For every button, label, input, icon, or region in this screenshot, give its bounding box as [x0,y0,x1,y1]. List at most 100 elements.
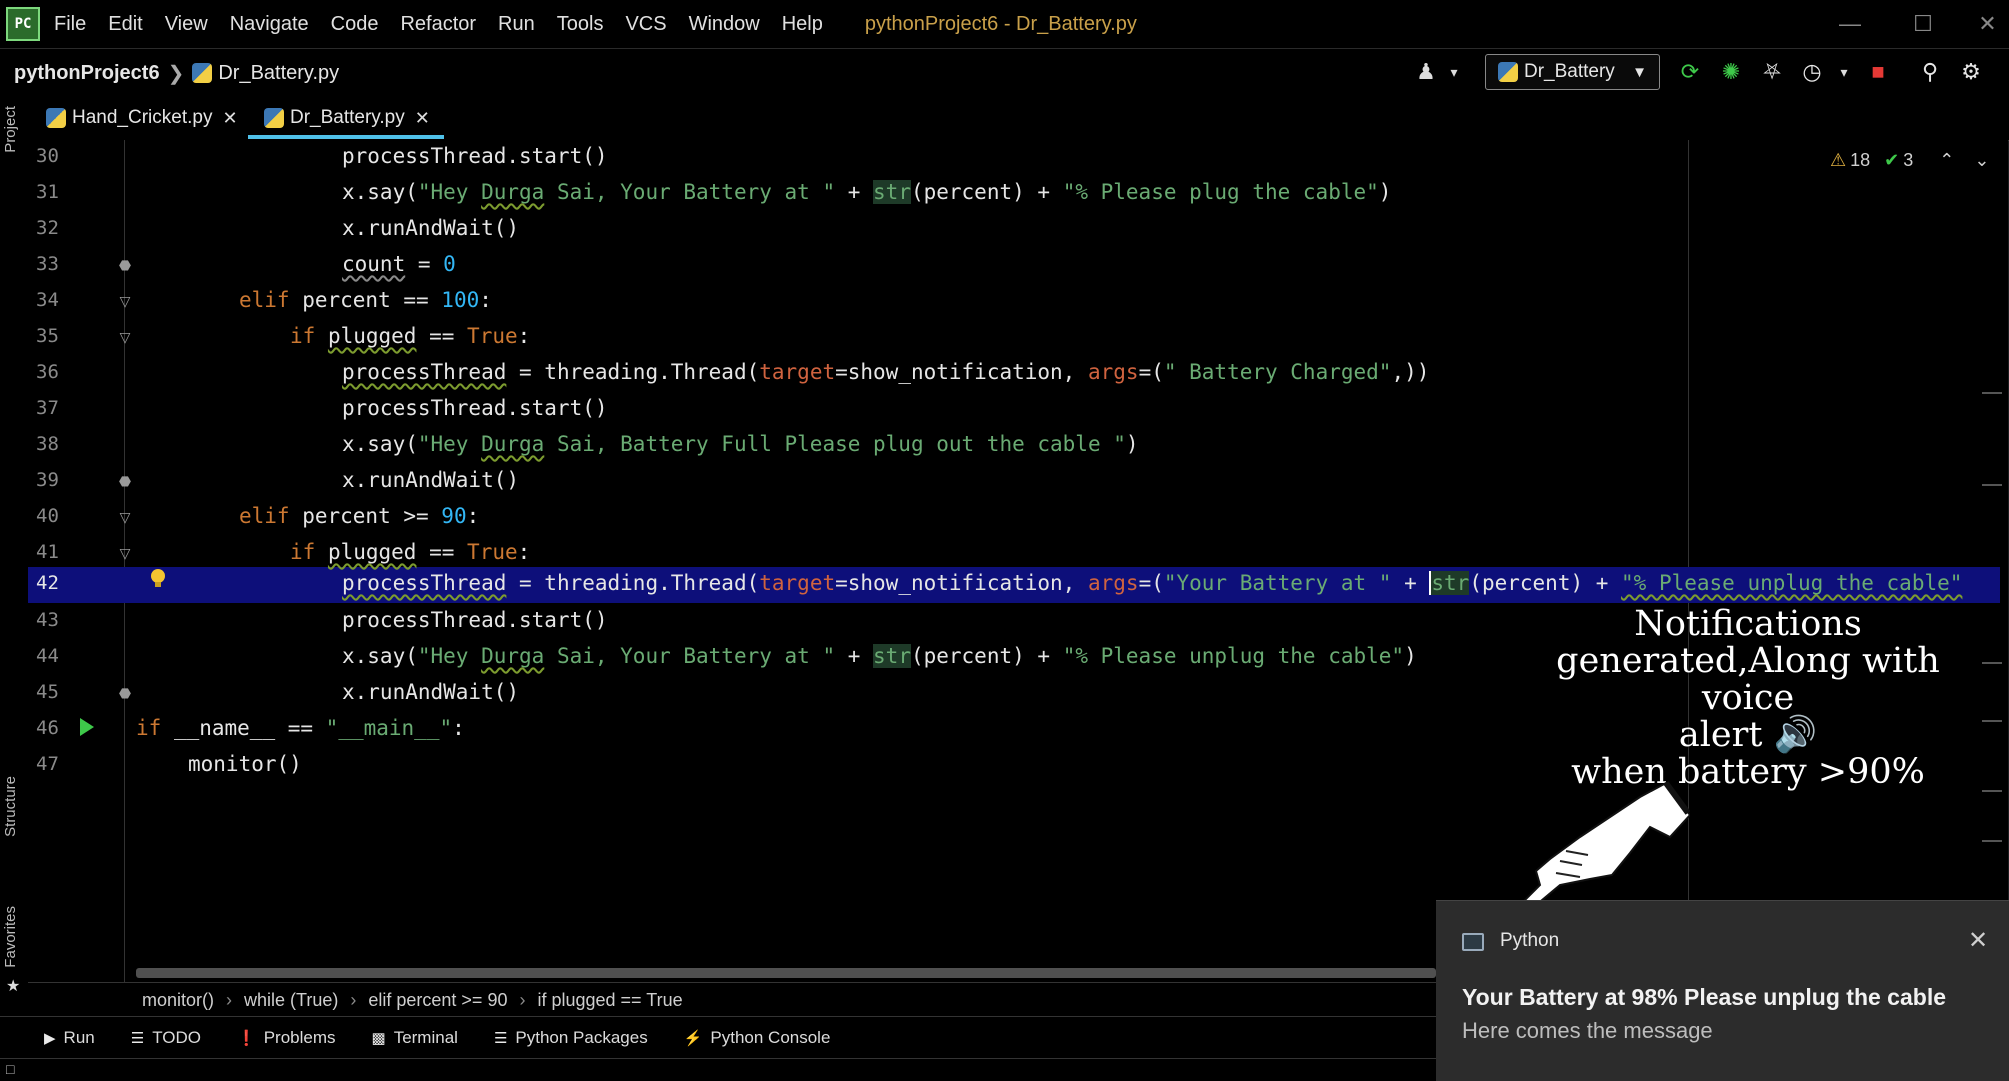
line-number: 44 [36,645,59,667]
chevron-down-icon[interactable]: ▾ [1440,58,1468,86]
code-text: monitor() [188,752,302,776]
close-icon[interactable]: ✕ [222,108,237,129]
coverage-icon[interactable]: ⛧ [1758,58,1786,86]
code-line: 32 x.runAndWait() [28,212,1998,248]
code-text: elif percent == 100: [239,288,492,312]
tab-hand-cricket[interactable]: Hand_Cricket.py ✕ [46,96,238,140]
code-line: 34 ▽ elif percent == 100: [28,284,1998,320]
menu-help[interactable]: Help [782,13,823,36]
menu-view[interactable]: View [165,13,208,36]
tool-terminal[interactable]: ▩ Terminal [372,1028,458,1048]
annotation-line: alert 🔊 [1678,715,1818,755]
run-configuration-select[interactable]: Dr_Battery ▼ [1485,54,1660,90]
lightbulb-icon[interactable] [148,567,168,591]
breadcrumb-file[interactable]: Dr_Battery.py [218,62,339,85]
python-file-icon [264,108,284,128]
tool-python-packages[interactable]: ☰ Python Packages [494,1028,648,1048]
profile-icon[interactable]: ◷ [1798,58,1826,86]
code-text: x.say("Hey Durga Sai, Battery Full Pleas… [342,432,1139,456]
user-icon[interactable]: ♟ [1412,58,1440,86]
annotation-line: generated,Along with voice [1556,641,1940,718]
close-icon[interactable]: ✕ [415,108,430,129]
chevron-down-icon[interactable]: ▾ [1830,58,1858,86]
horizontal-scrollbar[interactable] [136,968,1436,978]
code-line: 37 processThread.start() [28,392,1998,428]
search-icon[interactable]: ⚲ [1916,58,1944,86]
tool-window-strip: Project Structure Favorites ★ [0,96,29,1016]
tool-run[interactable]: ▶ Run [44,1028,95,1048]
chevron-right-icon: › [226,989,233,1010]
fold-icon[interactable]: ▽ [118,544,132,562]
menu-window[interactable]: Window [689,13,760,36]
code-text: x.runAndWait() [342,468,520,492]
code-line: 38 x.say("Hey Durga Sai, Battery Full Pl… [28,428,1998,464]
fold-icon[interactable]: ▽ [118,292,132,310]
info-icon: ❗ [237,1030,256,1047]
line-number: 45 [36,681,59,703]
favorites-tool-button[interactable]: Favorites [2,906,19,968]
fold-end-icon[interactable]: ⬣ [118,684,132,702]
code-line: 39 ⬣ x.runAndWait() [28,464,1998,500]
tab-label: Dr_Battery.py [290,107,405,128]
layers-icon: ☰ [493,1030,508,1047]
stop-icon[interactable]: ■ [1864,58,1892,86]
code-line: 35 ▽ if plugged == True: [28,320,1998,356]
menu-navigate[interactable]: Navigate [230,13,309,36]
fold-icon[interactable]: ▽ [118,328,132,346]
window-toggle-icon[interactable]: □ [6,1061,14,1077]
run-gutter-icon[interactable] [80,718,94,736]
run-config-label: Dr_Battery [1524,61,1615,82]
star-icon: ★ [6,978,21,995]
code-line-current: 42 processThread = threading.Thread(targ… [28,567,1998,603]
line-number: 30 [36,145,59,167]
crumb-elif[interactable]: elif percent >= 90 [368,990,507,1011]
line-number: 46 [36,717,59,739]
rerun-icon[interactable]: ⟳ [1676,58,1704,86]
breadcrumb-project[interactable]: pythonProject6 [14,62,160,85]
menu-file[interactable]: File [54,13,86,36]
tool-problems[interactable]: ❗ Problems [237,1028,336,1048]
crumb-monitor[interactable]: monitor() [142,990,214,1011]
menu-edit[interactable]: Edit [108,13,142,36]
line-number: 32 [36,217,59,239]
fold-end-icon[interactable]: ⬣ [118,472,132,490]
close-icon[interactable]: ✕ [1968,926,1988,955]
tab-dr-battery[interactable]: Dr_Battery.py ✕ [264,96,430,140]
crumb-if[interactable]: if plugged == True [537,990,682,1011]
gear-icon[interactable]: ⚙ [1957,58,1985,86]
code-text: processThread.start() [342,396,608,420]
tool-todo[interactable]: ☰ TODO [131,1028,201,1048]
line-number: 47 [36,753,59,775]
close-window-icon[interactable]: ✕ [1966,0,2009,48]
toast-title: Your Battery at 98% Please unplug the ca… [1462,984,1946,1010]
code-text: x.say("Hey Durga Sai, Your Battery at " … [342,644,1417,668]
list-icon: ☰ [130,1030,145,1047]
python-file-icon [192,63,213,83]
terminal-icon: ▩ [371,1030,386,1047]
tool-python-console[interactable]: ⚡ Python Console [684,1028,831,1048]
line-number: 36 [36,361,59,383]
code-line: 30 processThread.start() [28,140,1998,176]
crumb-while[interactable]: while (True) [244,990,338,1011]
menu-run[interactable]: Run [498,13,535,36]
debug-icon[interactable]: ✺ [1717,58,1745,86]
project-tool-button[interactable]: Project [2,106,19,153]
annotation-text: Notifications generated,Along with voice… [1508,606,1988,791]
code-text: processThread.start() [342,144,608,168]
toast-app-name: Python [1500,930,1560,951]
minimize-icon[interactable]: — [1820,0,1880,48]
structure-tool-button[interactable]: Structure [2,776,19,837]
menu-vcs[interactable]: VCS [625,13,666,36]
line-number: 43 [36,609,59,631]
fold-icon[interactable]: ▽ [118,508,132,526]
fold-end-icon[interactable]: ⬣ [118,256,132,274]
line-number: 38 [36,433,59,455]
line-number: 40 [36,505,59,527]
code-line: 40 ▽ elif percent >= 90: [28,500,1998,536]
python-file-icon [1498,62,1518,82]
toast-message: Here comes the message [1462,1018,1713,1043]
menu-refactor[interactable]: Refactor [400,13,476,36]
menu-code[interactable]: Code [331,13,379,36]
maximize-icon[interactable]: ☐ [1893,0,1953,48]
menu-tools[interactable]: Tools [557,13,604,36]
